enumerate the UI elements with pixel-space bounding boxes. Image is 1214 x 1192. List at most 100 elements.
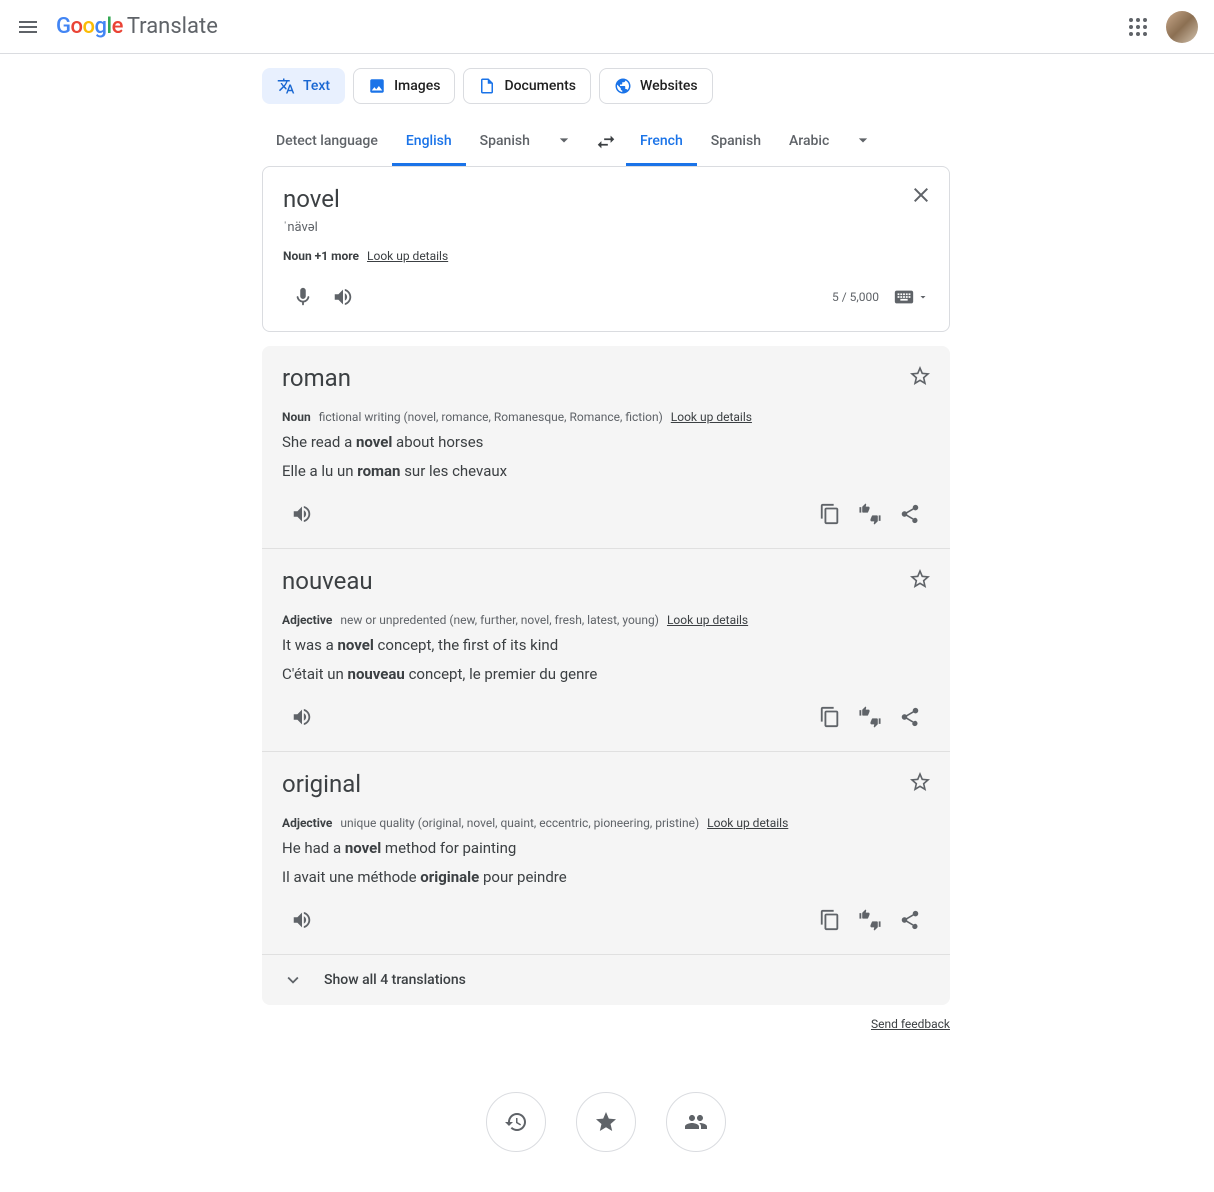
source-panel: novel ˈnävəl Noun +1 more Look up detail… xyxy=(262,166,950,332)
listen-source-button[interactable] xyxy=(323,277,363,317)
translation-desc: new or unpredented (new, further, novel,… xyxy=(340,613,659,627)
image-icon xyxy=(368,77,386,95)
share-button[interactable] xyxy=(890,900,930,940)
keyboard-button[interactable] xyxy=(893,286,929,308)
close-icon xyxy=(909,183,933,207)
share-button[interactable] xyxy=(890,494,930,534)
rate-button[interactable] xyxy=(850,697,890,737)
translation-pos: Adjective xyxy=(282,816,332,830)
mode-websites-label: Websites xyxy=(640,78,698,94)
saved-button[interactable] xyxy=(576,1092,636,1152)
source-lang-english[interactable]: English xyxy=(392,118,466,166)
mode-documents-label: Documents xyxy=(504,78,576,94)
menu-icon[interactable] xyxy=(16,15,40,39)
copy-button[interactable] xyxy=(810,697,850,737)
avatar[interactable] xyxy=(1166,11,1198,43)
translation-pos: Adjective xyxy=(282,613,332,627)
contribute-button[interactable] xyxy=(666,1092,726,1152)
clear-button[interactable] xyxy=(909,183,933,207)
share-button[interactable] xyxy=(890,697,930,737)
share-icon xyxy=(899,503,921,525)
star-outline-icon xyxy=(908,364,932,388)
thumbs-icon xyxy=(859,503,881,525)
mode-text-label: Text xyxy=(303,78,330,94)
translate-icon xyxy=(277,77,295,95)
swap-languages-button[interactable] xyxy=(586,122,626,162)
star-outline-icon xyxy=(908,567,932,591)
save-translation-button[interactable] xyxy=(908,567,932,591)
source-lang-more[interactable] xyxy=(544,130,584,154)
star-outline-icon xyxy=(908,770,932,794)
mode-tabs: Text Images Documents Websites xyxy=(262,68,950,104)
star-icon xyxy=(594,1110,618,1134)
copy-icon xyxy=(819,909,841,931)
copy-icon xyxy=(819,706,841,728)
pronunciation: ˈnävəl xyxy=(283,219,929,235)
example-english: She read a novel about horses xyxy=(282,432,930,453)
source-pos-summary: Noun +1 more xyxy=(283,249,359,263)
translation-desc: fictional writing (novel, romance, Roman… xyxy=(319,410,663,424)
speaker-icon xyxy=(332,286,354,308)
speaker-icon xyxy=(291,909,313,931)
mode-images-label: Images xyxy=(394,78,440,94)
listen-translation-button[interactable] xyxy=(282,900,322,940)
mic-icon xyxy=(292,286,314,308)
target-lang-french[interactable]: French xyxy=(626,118,697,166)
mode-documents[interactable]: Documents xyxy=(463,68,591,104)
translation-lookup-link[interactable]: Look up details xyxy=(671,410,752,424)
mode-images[interactable]: Images xyxy=(353,68,455,104)
translation-word: nouveau xyxy=(282,567,930,595)
chevron-down-icon xyxy=(853,130,873,150)
speaker-icon xyxy=(291,706,313,728)
char-count: 5 / 5,000 xyxy=(832,290,879,304)
target-lang-spanish[interactable]: Spanish xyxy=(697,118,775,166)
send-feedback-link[interactable]: Send feedback xyxy=(871,1017,950,1031)
thumbs-icon xyxy=(859,909,881,931)
bottom-actions xyxy=(262,1092,950,1152)
listen-translation-button[interactable] xyxy=(282,494,322,534)
listen-translation-button[interactable] xyxy=(282,697,322,737)
example-french: Il avait une méthode originale pour pein… xyxy=(282,867,930,888)
example-english: He had a novel method for painting xyxy=(282,838,930,859)
source-lang-detect[interactable]: Detect language xyxy=(262,118,392,166)
target-lang-arabic[interactable]: Arabic xyxy=(775,118,843,166)
translation-card: original Adjective unique quality (origi… xyxy=(262,752,950,955)
app-name: Translate xyxy=(127,14,218,39)
globe-icon xyxy=(614,77,632,95)
rate-button[interactable] xyxy=(850,900,890,940)
example-english: It was a novel concept, the first of its… xyxy=(282,635,930,656)
logo[interactable]: Google Translate xyxy=(56,14,218,39)
copy-button[interactable] xyxy=(810,900,850,940)
feedback-row: Send feedback xyxy=(262,1013,950,1032)
source-lookup-link[interactable]: Look up details xyxy=(367,249,448,263)
source-input[interactable]: novel xyxy=(283,185,929,213)
translation-pos: Noun xyxy=(282,410,311,424)
translation-desc: unique quality (original, novel, quaint,… xyxy=(340,816,699,830)
rate-button[interactable] xyxy=(850,494,890,534)
header: Google Translate xyxy=(0,0,1214,54)
dropdown-icon xyxy=(917,291,929,303)
share-icon xyxy=(899,909,921,931)
history-button[interactable] xyxy=(486,1092,546,1152)
translation-lookup-link[interactable]: Look up details xyxy=(667,613,748,627)
copy-icon xyxy=(819,503,841,525)
show-all-translations[interactable]: Show all 4 translations xyxy=(262,955,950,1005)
mode-websites[interactable]: Websites xyxy=(599,68,713,104)
mic-button[interactable] xyxy=(283,277,323,317)
apps-icon[interactable] xyxy=(1126,15,1150,39)
chevron-down-icon xyxy=(282,969,304,991)
document-icon xyxy=(478,77,496,95)
people-icon xyxy=(684,1110,708,1134)
example-french: C'était un nouveau concept, le premier d… xyxy=(282,664,930,685)
target-lang-more[interactable] xyxy=(843,130,883,154)
mode-text[interactable]: Text xyxy=(262,68,345,104)
translation-lookup-link[interactable]: Look up details xyxy=(707,816,788,830)
source-lang-spanish[interactable]: Spanish xyxy=(466,118,544,166)
save-translation-button[interactable] xyxy=(908,770,932,794)
swap-icon xyxy=(595,131,617,153)
copy-button[interactable] xyxy=(810,494,850,534)
translations-list: roman Noun fictional writing (novel, rom… xyxy=(262,346,950,1005)
translation-card: nouveau Adjective new or unpredented (ne… xyxy=(262,549,950,752)
save-translation-button[interactable] xyxy=(908,364,932,388)
translation-word: original xyxy=(282,770,930,798)
